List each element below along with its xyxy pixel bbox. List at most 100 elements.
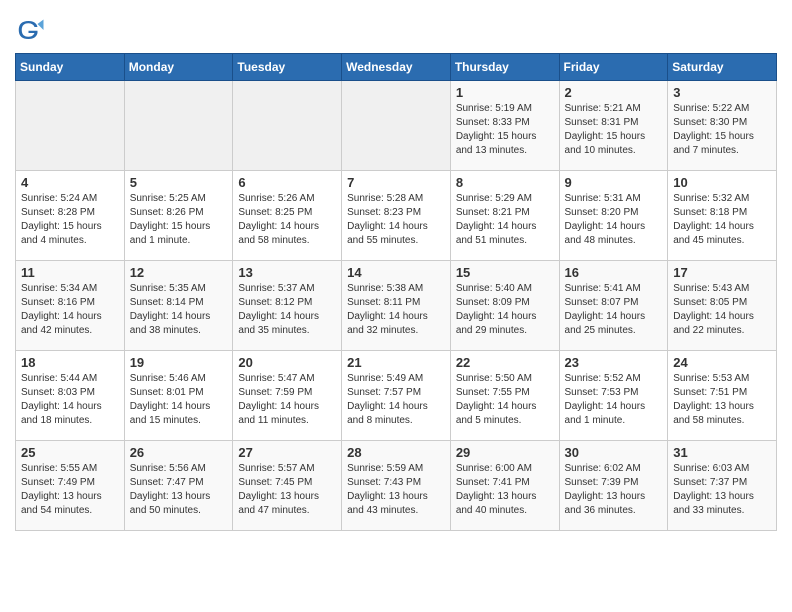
week-row-1: 1 Sunrise: 5:19 AM Sunset: 8:33 PM Daylig…: [16, 81, 777, 171]
calendar-cell: 30 Sunrise: 6:02 AM Sunset: 7:39 PM Dayli…: [559, 441, 668, 531]
header: [15, 10, 777, 45]
day-number: 5: [130, 175, 228, 190]
day-info: Sunrise: 5:37 AM Sunset: 8:12 PM Dayligh…: [238, 282, 336, 338]
day-number: 22: [456, 355, 554, 370]
day-info: Sunrise: 5:59 AM Sunset: 7:43 PM Dayligh…: [347, 462, 445, 518]
day-number: 1: [456, 85, 554, 100]
day-info: Sunrise: 5:56 AM Sunset: 7:47 PM Dayligh…: [130, 462, 228, 518]
day-number: 8: [456, 175, 554, 190]
calendar-cell: 5 Sunrise: 5:25 AM Sunset: 8:26 PM Daylig…: [124, 171, 233, 261]
calendar-cell: 12 Sunrise: 5:35 AM Sunset: 8:14 PM Dayli…: [124, 261, 233, 351]
day-number: 30: [565, 445, 663, 460]
calendar-cell: 1 Sunrise: 5:19 AM Sunset: 8:33 PM Daylig…: [450, 81, 559, 171]
day-number: 2: [565, 85, 663, 100]
calendar-cell: 28Sunrise: 5:59 AM Sunset: 7:43 PM Dayli…: [342, 441, 451, 531]
day-number: 27: [238, 445, 336, 460]
day-info: Sunrise: 5:19 AM Sunset: 8:33 PM Dayligh…: [456, 102, 554, 158]
header-cell-monday: Monday: [124, 54, 233, 81]
calendar-cell: 27 Sunrise: 5:57 AM Sunset: 7:45 PM Dayli…: [233, 441, 342, 531]
day-number: 9: [565, 175, 663, 190]
day-number: 15: [456, 265, 554, 280]
calendar-cell: [124, 81, 233, 171]
day-info: Sunrise: 5:32 AM Sunset: 8:18 PM Dayligh…: [673, 192, 771, 248]
day-number: 17: [673, 265, 771, 280]
calendar-cell: 22 Sunrise: 5:50 AM Sunset: 7:55 PM Dayli…: [450, 351, 559, 441]
calendar-cell: 4 Sunrise: 5:24 AM Sunset: 8:28 PM Daylig…: [16, 171, 125, 261]
day-info: Sunrise: 6:03 AM Sunset: 7:37 PM Dayligh…: [673, 462, 771, 518]
day-number: 4: [21, 175, 119, 190]
header-row: SundayMondayTuesdayWednesdayThursdayFrid…: [16, 54, 777, 81]
day-info: Sunrise: 5:31 AM Sunset: 8:20 PM Dayligh…: [565, 192, 663, 248]
calendar-cell: 26 Sunrise: 5:56 AM Sunset: 7:47 PM Dayli…: [124, 441, 233, 531]
calendar-cell: 21 Sunrise: 5:49 AM Sunset: 7:57 PM Dayli…: [342, 351, 451, 441]
calendar-cell: 7 Sunrise: 5:28 AM Sunset: 8:23 PM Daylig…: [342, 171, 451, 261]
calendar-cell: 10 Sunrise: 5:32 AM Sunset: 8:18 PM Dayli…: [668, 171, 777, 261]
day-info: Sunrise: 5:50 AM Sunset: 7:55 PM Dayligh…: [456, 372, 554, 428]
day-info: Sunrise: 5:40 AM Sunset: 8:09 PM Dayligh…: [456, 282, 554, 338]
day-info: Sunrise: 5:46 AM Sunset: 8:01 PM Dayligh…: [130, 372, 228, 428]
day-info: Sunrise: 5:29 AM Sunset: 8:21 PM Dayligh…: [456, 192, 554, 248]
calendar-cell: 20 Sunrise: 5:47 AM Sunset: 7:59 PM Dayli…: [233, 351, 342, 441]
day-number: 7: [347, 175, 445, 190]
calendar-cell: 23Sunrise: 5:52 AM Sunset: 7:53 PM Dayli…: [559, 351, 668, 441]
day-number: 31: [673, 445, 771, 460]
day-info: Sunrise: 5:34 AM Sunset: 8:16 PM Dayligh…: [21, 282, 119, 338]
week-row-4: 18Sunrise: 5:44 AM Sunset: 8:03 PM Dayli…: [16, 351, 777, 441]
calendar-cell: 17 Sunrise: 5:43 AM Sunset: 8:05 PM Dayli…: [668, 261, 777, 351]
day-number: 13: [238, 265, 336, 280]
day-info: Sunrise: 6:02 AM Sunset: 7:39 PM Dayligh…: [565, 462, 663, 518]
calendar-cell: 13 Sunrise: 5:37 AM Sunset: 8:12 PM Dayli…: [233, 261, 342, 351]
day-info: Sunrise: 5:25 AM Sunset: 8:26 PM Dayligh…: [130, 192, 228, 248]
calendar-cell: 6Sunrise: 5:26 AM Sunset: 8:25 PM Daylig…: [233, 171, 342, 261]
day-number: 19: [130, 355, 228, 370]
header-cell-wednesday: Wednesday: [342, 54, 451, 81]
day-info: Sunrise: 5:53 AM Sunset: 7:51 PM Dayligh…: [673, 372, 771, 428]
calendar-cell: 19 Sunrise: 5:46 AM Sunset: 8:01 PM Dayli…: [124, 351, 233, 441]
calendar-cell: 3 Sunrise: 5:22 AM Sunset: 8:30 PM Daylig…: [668, 81, 777, 171]
calendar-cell: 25 Sunrise: 5:55 AM Sunset: 7:49 PM Dayli…: [16, 441, 125, 531]
calendar-cell: [233, 81, 342, 171]
day-number: 26: [130, 445, 228, 460]
week-row-3: 11 Sunrise: 5:34 AM Sunset: 8:16 PM Dayli…: [16, 261, 777, 351]
header-cell-friday: Friday: [559, 54, 668, 81]
day-info: Sunrise: 5:49 AM Sunset: 7:57 PM Dayligh…: [347, 372, 445, 428]
day-number: 11: [21, 265, 119, 280]
day-number: 6: [238, 175, 336, 190]
day-info: Sunrise: 5:22 AM Sunset: 8:30 PM Dayligh…: [673, 102, 771, 158]
day-info: Sunrise: 5:24 AM Sunset: 8:28 PM Dayligh…: [21, 192, 119, 248]
calendar-cell: 14 Sunrise: 5:38 AM Sunset: 8:11 PM Dayli…: [342, 261, 451, 351]
day-info: Sunrise: 5:28 AM Sunset: 8:23 PM Dayligh…: [347, 192, 445, 248]
calendar-cell: [342, 81, 451, 171]
header-cell-saturday: Saturday: [668, 54, 777, 81]
week-row-2: 4 Sunrise: 5:24 AM Sunset: 8:28 PM Daylig…: [16, 171, 777, 261]
day-number: 29: [456, 445, 554, 460]
day-number: 3: [673, 85, 771, 100]
calendar-cell: 11 Sunrise: 5:34 AM Sunset: 8:16 PM Dayli…: [16, 261, 125, 351]
day-number: 25: [21, 445, 119, 460]
day-info: Sunrise: 5:41 AM Sunset: 8:07 PM Dayligh…: [565, 282, 663, 338]
day-info: Sunrise: 5:38 AM Sunset: 8:11 PM Dayligh…: [347, 282, 445, 338]
day-info: Sunrise: 5:35 AM Sunset: 8:14 PM Dayligh…: [130, 282, 228, 338]
calendar-cell: 18Sunrise: 5:44 AM Sunset: 8:03 PM Dayli…: [16, 351, 125, 441]
day-info: Sunrise: 5:57 AM Sunset: 7:45 PM Dayligh…: [238, 462, 336, 518]
logo: [15, 15, 48, 45]
day-number: 20: [238, 355, 336, 370]
day-info: Sunrise: 5:52 AM Sunset: 7:53 PM Dayligh…: [565, 372, 663, 428]
day-number: 21: [347, 355, 445, 370]
day-number: 12: [130, 265, 228, 280]
day-info: Sunrise: 5:55 AM Sunset: 7:49 PM Dayligh…: [21, 462, 119, 518]
day-number: 10: [673, 175, 771, 190]
day-info: Sunrise: 5:47 AM Sunset: 7:59 PM Dayligh…: [238, 372, 336, 428]
day-info: Sunrise: 5:44 AM Sunset: 8:03 PM Dayligh…: [21, 372, 119, 428]
calendar-cell: 8 Sunrise: 5:29 AM Sunset: 8:21 PM Daylig…: [450, 171, 559, 261]
day-info: Sunrise: 6:00 AM Sunset: 7:41 PM Dayligh…: [456, 462, 554, 518]
day-number: 14: [347, 265, 445, 280]
day-number: 16: [565, 265, 663, 280]
logo-icon: [15, 15, 45, 45]
day-info: Sunrise: 5:21 AM Sunset: 8:31 PM Dayligh…: [565, 102, 663, 158]
calendar-cell: 31 Sunrise: 6:03 AM Sunset: 7:37 PM Dayli…: [668, 441, 777, 531]
calendar-cell: 15 Sunrise: 5:40 AM Sunset: 8:09 PM Dayli…: [450, 261, 559, 351]
day-info: Sunrise: 5:43 AM Sunset: 8:05 PM Dayligh…: [673, 282, 771, 338]
calendar-cell: 24 Sunrise: 5:53 AM Sunset: 7:51 PM Dayli…: [668, 351, 777, 441]
day-number: 24: [673, 355, 771, 370]
